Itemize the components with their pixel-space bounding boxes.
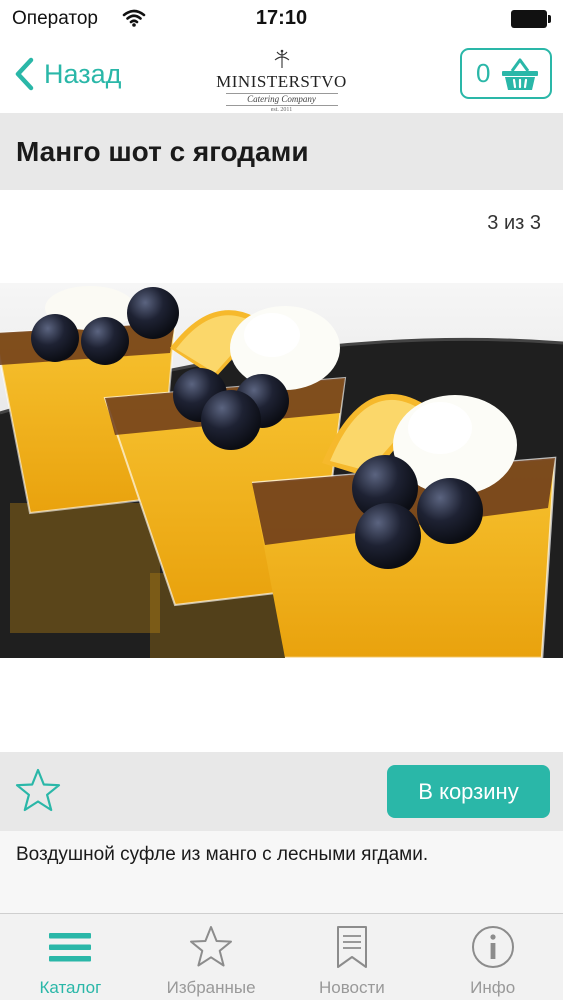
clock: 17:10 [255, 7, 308, 29]
battery-icon [511, 10, 551, 28]
image-pager: 3 из 3 [487, 212, 541, 234]
product-description: Воздушной суфле из манго с лесными ягдам… [0, 831, 563, 913]
add-to-cart-button[interactable]: В корзину [387, 765, 550, 818]
tab-label: Инфо [470, 978, 516, 997]
action-bar: В корзину [0, 752, 563, 831]
bookmark-icon [336, 926, 367, 968]
tab-label: Новости [318, 978, 385, 997]
status-bar: Оператор 17:10 [0, 0, 563, 38]
page-title: Манго шот с ягодами [16, 136, 309, 167]
product-image[interactable] [0, 283, 563, 658]
tab-info[interactable]: Инфо [422, 914, 563, 1000]
tab-favorites[interactable]: Избранные [141, 914, 282, 1000]
title-bar: Манго шот с ягодами [0, 113, 563, 190]
tab-news[interactable]: Новости [282, 914, 423, 1000]
tab-catalog[interactable]: Каталог [0, 914, 141, 1000]
tab-bar: Каталог Избранные Новости Инфо [0, 913, 563, 1000]
info-icon [471, 926, 514, 968]
menu-icon [49, 933, 92, 962]
tab-label: Каталог [39, 978, 102, 997]
star-icon [190, 926, 233, 967]
logo-emblem-icon [274, 49, 289, 68]
favorite-star-icon[interactable] [14, 767, 62, 815]
cart-count: 0 [476, 58, 491, 88]
basket-icon [502, 58, 538, 90]
tab-label: Избранные [166, 978, 256, 997]
logo-subtitle: Catering Company [225, 93, 338, 106]
cart-button[interactable]: 0 [460, 48, 552, 99]
navigation-bar: Назад MINISTERSTVO Catering Company est.… [0, 38, 563, 113]
